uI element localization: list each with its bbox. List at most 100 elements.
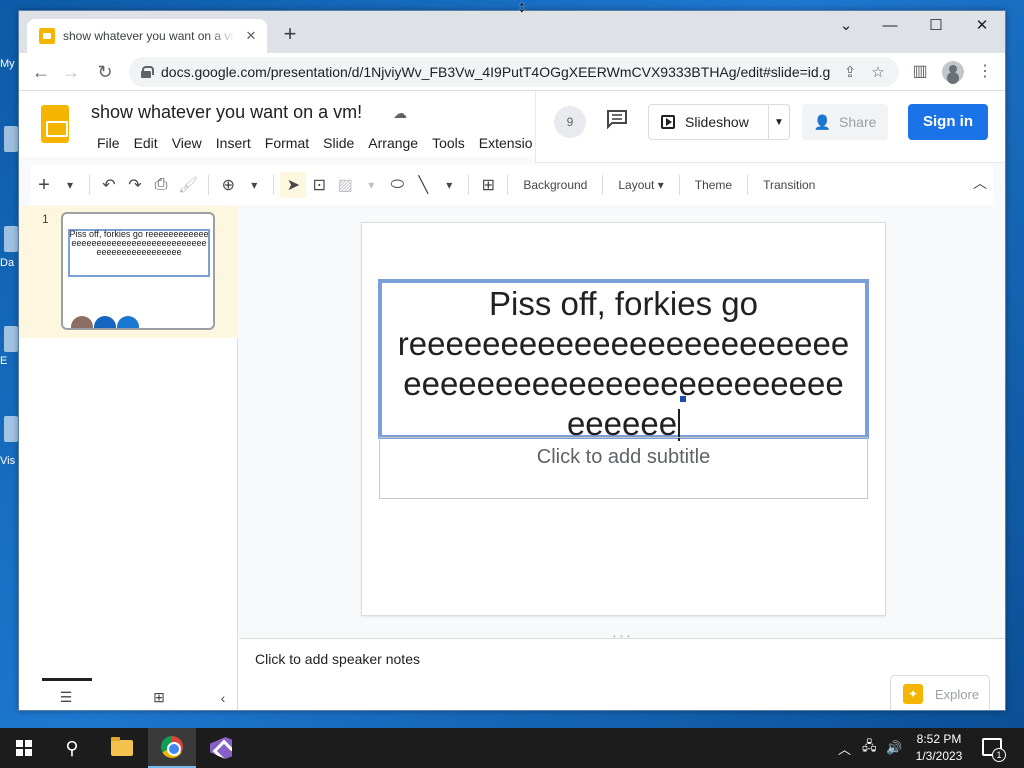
speaker-notes-placeholder[interactable]: Click to add speaker notes — [255, 651, 420, 667]
tab-bar: show whatever you want on a vm! ✕ + ⌄ — … — [19, 11, 1005, 53]
select-icon[interactable]: ➤ — [280, 172, 307, 198]
document-title[interactable]: show whatever you want on a vm! — [91, 102, 362, 123]
title-line: reeeeeeeeeeeeeeeeeeeeeeee — [397, 325, 850, 362]
shape-icon[interactable]: ⬭ — [384, 172, 410, 198]
menu-icon[interactable]: ⋮ — [974, 61, 996, 83]
avatar — [71, 316, 93, 328]
hide-filmstrip-icon[interactable]: ‹ — [213, 690, 233, 706]
system-clock[interactable]: 8:52 PM 1/3/2023 — [908, 731, 970, 765]
desktop-icon-label: Da — [0, 257, 15, 269]
slide[interactable]: Piss off, forkies go reeeeeeeeeeeeeeeeee… — [361, 222, 886, 616]
chrome-button[interactable] — [148, 728, 196, 768]
profile-icon[interactable] — [942, 61, 964, 83]
close-window-button[interactable]: ✕ — [959, 11, 1005, 41]
redo-icon[interactable]: ↷ — [122, 172, 148, 198]
app-header: show whatever you want on a vm! ☁ File E… — [19, 91, 1005, 163]
start-button[interactable] — [0, 728, 48, 768]
line-dropdown-icon[interactable]: ▾ — [436, 172, 462, 198]
theme-button[interactable]: Theme — [686, 178, 741, 192]
paint-format-icon[interactable]: 🖌 — [174, 172, 202, 198]
filmstrip-slide-1[interactable]: 1 Piss off, forkies go reeeeeeeeeeeeeeee… — [19, 206, 238, 338]
menu-file[interactable]: File — [90, 131, 127, 155]
filmstrip-view-switcher: ☰ ⊞ ‹ — [19, 678, 238, 710]
resize-handle[interactable] — [680, 396, 686, 402]
print-icon[interactable]: ⎙ — [148, 172, 174, 198]
title-textbox[interactable]: Piss off, forkies go reeeeeeeeeeeeeeeeee… — [378, 279, 869, 442]
collapse-toolbar-icon[interactable]: ︿ — [973, 173, 987, 193]
lock-icon[interactable] — [141, 66, 154, 78]
filmstrip-view-icon[interactable]: ☰ — [56, 689, 76, 706]
maximize-button[interactable]: ☐ — [913, 11, 959, 41]
comments-icon[interactable] — [606, 109, 628, 129]
cloud-saved-icon[interactable]: ☁ — [393, 105, 407, 122]
zoom-icon[interactable]: ⊕ — [215, 172, 241, 198]
search-icon[interactable]: ⚲ — [48, 728, 96, 768]
address-bar[interactable]: docs.google.com/presentation/d/1NjviyWv_… — [129, 57, 899, 87]
desktop-icon-visual-studio[interactable]: Vis — [0, 455, 18, 467]
image-dropdown-icon[interactable]: ▾ — [358, 172, 384, 198]
slideshow-button-group: Slideshow ▼ — [648, 104, 790, 140]
volume-icon[interactable]: 🔊 — [886, 728, 902, 768]
menu-edit[interactable]: Edit — [127, 131, 165, 155]
reload-button[interactable]: ↻ — [93, 60, 117, 84]
sidepanel-icon[interactable]: ▥ — [909, 61, 931, 83]
zoom-dropdown-icon[interactable]: ▾ — [241, 172, 267, 198]
desktop-icon-e[interactable]: E — [0, 355, 18, 367]
menu-format[interactable]: Format — [258, 131, 316, 155]
subtitle-placeholder[interactable]: Click to add subtitle — [379, 437, 868, 499]
line-icon[interactable]: ╲ — [410, 172, 436, 198]
background-button[interactable]: Background — [514, 178, 596, 192]
menu-view[interactable]: View — [165, 131, 209, 155]
text-box-icon[interactable]: ⊡ — [306, 172, 332, 198]
share-button[interactable]: 👤 Share — [802, 104, 888, 140]
tab-search-button[interactable]: ⌄ — [823, 11, 869, 41]
minimize-button[interactable]: — — [867, 11, 913, 41]
speaker-notes[interactable]: Click to add speaker notes ✦ Explore — [239, 639, 1005, 710]
slide-thumbnail[interactable]: Piss off, forkies go reeeeeeeeeeeeeeeeee… — [61, 212, 215, 330]
slideshow-dropdown-icon[interactable]: ▼ — [769, 117, 789, 128]
visual-studio-button[interactable] — [197, 728, 245, 768]
desktop-icon-glyph[interactable] — [4, 226, 18, 252]
folder-icon — [111, 737, 133, 756]
sign-in-button[interactable]: Sign in — [908, 104, 988, 140]
menu-insert[interactable]: Insert — [209, 131, 258, 155]
filmstrip: 1 Piss off, forkies go reeeeeeeeeeeeeeee… — [19, 206, 238, 681]
notes-resize-handle[interactable]: • • • — [239, 631, 1005, 641]
desktop-icon-glyph[interactable] — [4, 126, 18, 152]
grid-view-icon[interactable]: ⊞ — [149, 689, 169, 706]
menu-arrange[interactable]: Arrange — [361, 131, 425, 155]
file-explorer-button[interactable] — [98, 728, 146, 768]
star-icon[interactable]: ☆ — [869, 63, 887, 81]
back-button[interactable]: ← — [29, 60, 53, 84]
url-text[interactable]: docs.google.com/presentation/d/1NjviyWv_… — [161, 64, 831, 80]
browser-tab[interactable]: show whatever you want on a vm! ✕ — [27, 19, 267, 53]
new-slide-icon[interactable]: + — [31, 172, 57, 198]
desktop-icon-my-computer[interactable]: My — [0, 58, 18, 70]
add-comment-icon[interactable]: ⊞ — [475, 172, 501, 198]
tab-title: show whatever you want on a vm! — [63, 29, 235, 43]
new-tab-button[interactable]: + — [279, 23, 301, 45]
desktop-icon-data[interactable]: Da — [0, 257, 18, 269]
tab-close-icon[interactable]: ✕ — [243, 28, 259, 44]
undo-icon[interactable]: ↶ — [96, 172, 122, 198]
menu-extensions[interactable]: Extensio — [472, 131, 540, 155]
slides-logo-icon[interactable] — [41, 105, 69, 143]
slide-title-text[interactable]: Piss off, forkies go reeeeeeeeeeeeeeeeee… — [382, 283, 865, 444]
layout-button[interactable]: Layout ▾ — [609, 178, 672, 192]
explore-label: Explore — [935, 686, 980, 702]
slideshow-button[interactable]: Slideshow — [649, 105, 769, 139]
title-line: Piss off, forkies go — [488, 285, 758, 322]
image-icon[interactable]: ▨ — [332, 172, 358, 198]
transition-button[interactable]: Transition — [754, 178, 824, 192]
explore-button[interactable]: ✦ Explore — [890, 675, 990, 710]
menu-tools[interactable]: Tools — [425, 131, 472, 155]
collaborators-badge[interactable]: 9 — [554, 106, 586, 138]
menu-slide[interactable]: Slide — [316, 131, 361, 155]
new-slide-dropdown-icon[interactable]: ▾ — [57, 172, 83, 198]
share-icon[interactable]: ⇪ — [841, 63, 859, 81]
desktop-icon-glyph[interactable] — [4, 326, 18, 352]
show-hidden-icons[interactable]: ︿ — [838, 728, 851, 768]
network-icon[interactable]: 🖧 — [862, 728, 877, 768]
forward-button[interactable]: → — [59, 60, 83, 84]
desktop-icon-glyph[interactable] — [4, 416, 18, 442]
